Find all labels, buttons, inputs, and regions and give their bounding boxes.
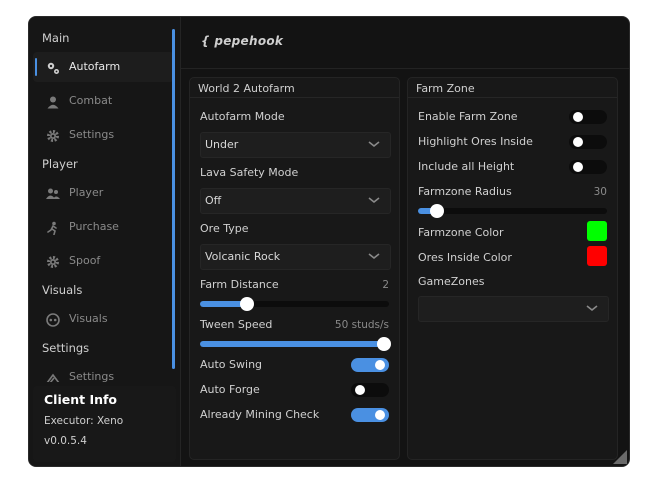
dropdown-value: Off xyxy=(205,194,222,207)
gamezones-label: GameZones xyxy=(418,275,485,288)
gamezones-dropdown[interactable] xyxy=(418,296,609,322)
sidebar-item-purchase[interactable]: Purchase xyxy=(33,212,174,242)
auto-forge-toggle[interactable] xyxy=(351,383,389,397)
sidebar: Main Autofarm Combat Settings Player Pla… xyxy=(29,17,181,466)
panel-title: Farm Zone xyxy=(416,82,475,95)
gear-icon xyxy=(46,128,60,142)
auto-forge-label: Auto Forge xyxy=(200,383,260,396)
sidebar-item-label: Autofarm xyxy=(69,60,121,73)
sidebar-item-combat[interactable]: Combat xyxy=(33,86,174,116)
eye-face-icon xyxy=(46,312,60,327)
running-icon xyxy=(46,220,60,236)
executor-label: Executor: Xeno xyxy=(44,415,124,427)
sidebar-item-visuals[interactable]: Visuals xyxy=(33,304,174,334)
chevron-down-icon xyxy=(368,197,380,204)
toggle-knob xyxy=(375,410,385,420)
tween-speed-label: Tween Speed xyxy=(200,318,273,331)
farm-distance-value: 2 xyxy=(382,279,389,291)
chevron-down-icon xyxy=(368,141,380,148)
sidebar-item-label: Player xyxy=(69,186,104,199)
slider-knob[interactable] xyxy=(240,297,255,311)
sidebar-scrollbar[interactable] xyxy=(172,29,175,369)
version-label: v0.0.5.4 xyxy=(44,435,87,447)
client-info-card: Client Info Executor: Xeno v0.0.5.4 xyxy=(33,386,176,462)
client-info-title: Client Info xyxy=(44,392,118,407)
farm-distance-slider[interactable] xyxy=(200,297,389,311)
include-height-label: Include all Height xyxy=(418,160,515,173)
farm-zone-panel: Farm Zone Enable Farm Zone Highlight Ore… xyxy=(407,77,618,460)
run-arrow-icon xyxy=(46,370,60,382)
section-visuals: Visuals xyxy=(42,283,83,297)
slider-fill xyxy=(200,341,389,347)
ore-type-label: Ore Type xyxy=(200,222,249,235)
sidebar-item-label: Visuals xyxy=(69,312,108,325)
header-divider xyxy=(181,68,629,69)
farmzone-radius-label: Farmzone Radius xyxy=(418,185,512,198)
tween-speed-slider[interactable] xyxy=(200,337,391,351)
panel-title-divider xyxy=(190,97,399,98)
ores-inside-color-label: Ores Inside Color xyxy=(418,251,512,264)
section-main: Main xyxy=(42,31,70,45)
sidebar-item-label: Purchase xyxy=(69,220,119,233)
dropdown-value: Volcanic Rock xyxy=(205,250,281,263)
world2-autofarm-panel: World 2 Autofarm Autofarm Mode Under Lav… xyxy=(189,77,400,460)
slider-knob[interactable] xyxy=(429,204,444,218)
highlight-ores-toggle[interactable] xyxy=(569,135,607,149)
slider-knob[interactable] xyxy=(377,337,391,351)
autofarm-mode-label: Autofarm Mode xyxy=(200,110,285,123)
toggle-knob xyxy=(375,360,385,370)
auto-swing-toggle[interactable] xyxy=(351,358,389,372)
lava-safety-label: Lava Safety Mode xyxy=(200,166,299,179)
sidebar-item-label: Spoof xyxy=(69,254,101,267)
toggle-knob xyxy=(573,137,583,147)
farmzone-color-label: Farmzone Color xyxy=(418,226,504,239)
toggle-knob xyxy=(573,112,583,122)
chevron-down-icon xyxy=(586,305,598,312)
gears-icon xyxy=(46,60,60,74)
panel-title-divider xyxy=(408,97,617,98)
active-indicator xyxy=(35,58,37,76)
sidebar-item-autofarm[interactable]: Autofarm xyxy=(33,52,174,82)
chevron-down-icon xyxy=(368,253,380,260)
farmzone-radius-value: 30 xyxy=(593,186,607,198)
farmzone-color-swatch[interactable] xyxy=(587,221,607,241)
gear-icon xyxy=(46,254,60,268)
enable-farm-zone-label: Enable Farm Zone xyxy=(418,110,518,123)
sidebar-item-player[interactable]: Player xyxy=(33,178,174,208)
sidebar-item-label: Combat xyxy=(69,94,113,107)
ores-inside-color-swatch[interactable] xyxy=(587,246,607,266)
toggle-knob xyxy=(355,385,365,395)
toggle-knob xyxy=(573,162,583,172)
app-window: Main Autofarm Combat Settings Player Pla… xyxy=(28,16,630,467)
sidebar-item-settings-2[interactable]: Settings xyxy=(33,362,174,382)
sidebar-item-label: Settings xyxy=(69,370,115,382)
sidebar-item-label: Settings xyxy=(69,128,115,141)
autofarm-mode-dropdown[interactable]: Under xyxy=(200,132,391,158)
sidebar-item-spoof[interactable]: Spoof xyxy=(33,246,174,276)
lava-safety-dropdown[interactable]: Off xyxy=(200,188,391,214)
enable-farm-zone-toggle[interactable] xyxy=(569,110,607,124)
pepehook-logo: { pepehook xyxy=(201,34,284,48)
section-settings: Settings xyxy=(42,341,90,355)
auto-swing-label: Auto Swing xyxy=(200,358,263,371)
person-icon xyxy=(46,94,60,109)
highlight-ores-label: Highlight Ores Inside xyxy=(418,135,533,148)
resize-handle[interactable] xyxy=(613,450,627,464)
farmzone-radius-slider[interactable] xyxy=(418,204,607,218)
panel-title: World 2 Autofarm xyxy=(198,82,295,95)
section-player: Player xyxy=(42,157,78,171)
mining-check-label: Already Mining Check xyxy=(200,408,320,421)
tween-speed-value: 50 studs/s xyxy=(334,319,389,331)
include-height-toggle[interactable] xyxy=(569,160,607,174)
farm-distance-label: Farm Distance xyxy=(200,278,279,291)
dropdown-value: Under xyxy=(205,138,239,151)
ore-type-dropdown[interactable]: Volcanic Rock xyxy=(200,244,391,270)
sidebar-item-settings[interactable]: Settings xyxy=(33,120,174,150)
mining-check-toggle[interactable] xyxy=(351,408,389,422)
people-icon xyxy=(46,186,60,200)
